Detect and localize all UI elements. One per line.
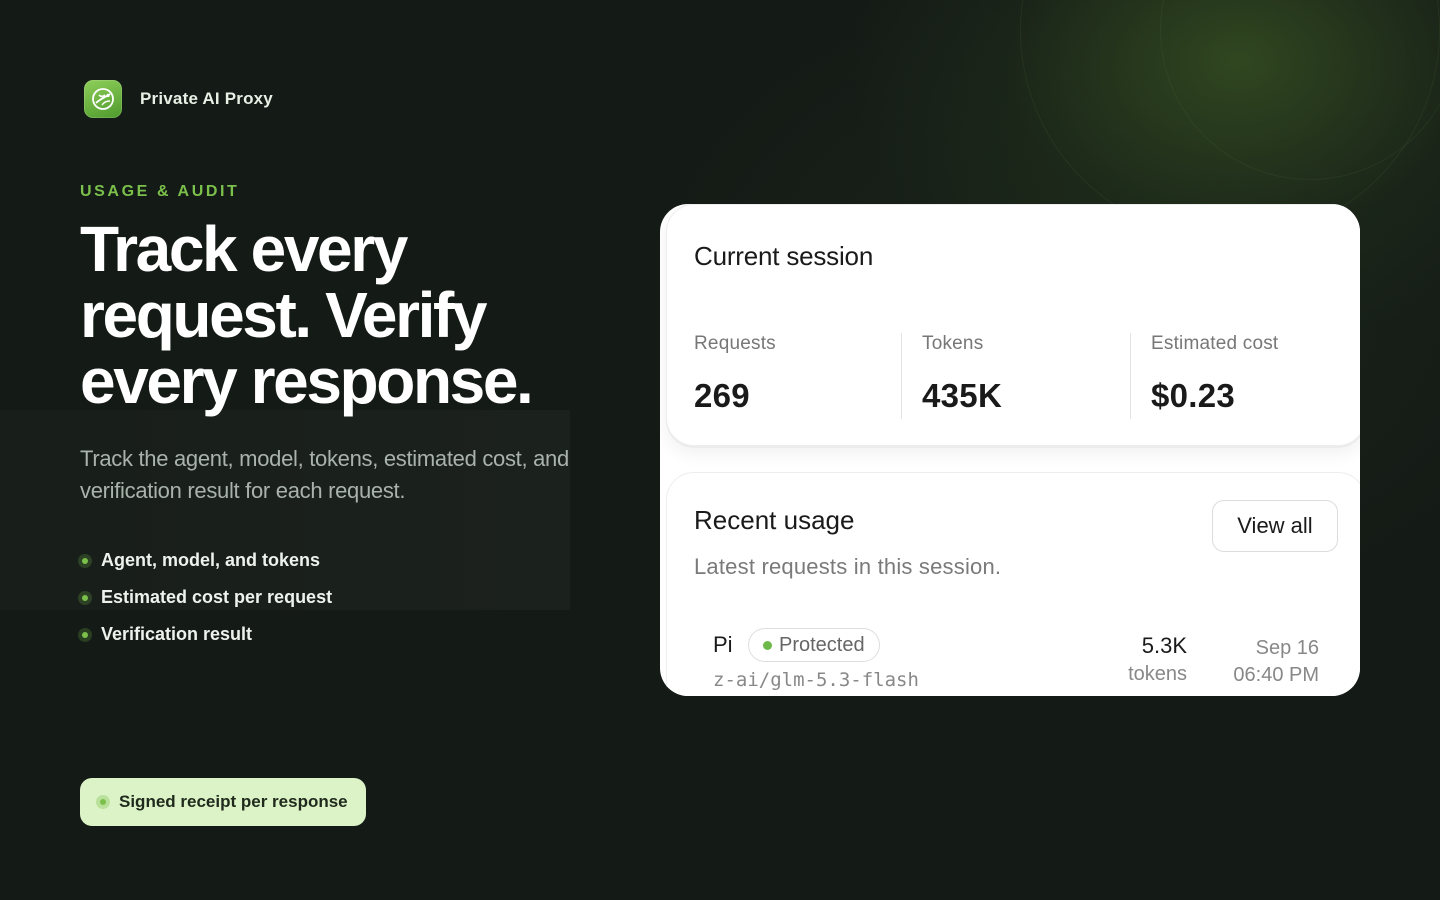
row-time: 06:40 PM [1233, 664, 1319, 686]
row-tokens-count: 5.3K [1141, 633, 1187, 658]
status-badge: Protected [748, 628, 880, 662]
hero-subtext: Track the agent, model, tokens, estimate… [80, 446, 569, 503]
page-title: Track every request. Verify every respon… [80, 213, 534, 417]
feature-label: Verification result [101, 624, 253, 644]
stat-divider [1130, 333, 1131, 419]
row-tokens-unit: tokens [1128, 663, 1187, 685]
stat-estimated-cost: Estimated cost $0.23 [1151, 333, 1351, 419]
app-preview: Current session Requests 269 Tokens 435K… [660, 204, 1360, 696]
bullet-dot-icon [78, 627, 92, 642]
row-timestamp: Sep 16 06:40 PM [1207, 635, 1319, 689]
stat-value: $0.23 [1151, 377, 1236, 414]
row-model: z-ai/glm-5.3-flash [713, 669, 919, 691]
feature-label: Estimated cost per request [101, 587, 333, 607]
stat-label: Requests [694, 333, 776, 354]
receipt-badge-label: Signed receipt per response [119, 792, 348, 811]
recent-usage-subtitle: Latest requests in this session. [694, 554, 1002, 579]
stat-requests: Requests 269 [694, 333, 894, 419]
row-agent: Pi [713, 632, 733, 657]
feature-item: Agent, model, and tokens [78, 542, 332, 579]
recent-usage-card: Recent usage Latest requests in this ses… [666, 472, 1360, 696]
status-dot-icon [96, 795, 110, 809]
row-date: Sep 16 [1255, 637, 1319, 659]
stat-divider [901, 333, 902, 419]
feature-item: Estimated cost per request [78, 579, 332, 616]
bullet-dot-icon [78, 590, 92, 605]
brand-name: Private AI Proxy [140, 89, 273, 108]
stat-value: 435K [922, 377, 1003, 414]
feature-item: Verification result [78, 616, 332, 653]
stat-label: Tokens [922, 333, 984, 354]
brand[interactable]: Private AI Proxy [84, 80, 273, 118]
view-all-button[interactable]: View all [1212, 500, 1338, 552]
current-session-card: Current session Requests 269 Tokens 435K… [666, 204, 1360, 446]
feature-list: Agent, model, and tokens Estimated cost … [78, 542, 332, 653]
row-tokens: 5.3K tokens [1107, 633, 1187, 686]
stat-value: 269 [694, 377, 750, 414]
stat-tokens: Tokens 435K [922, 333, 1122, 419]
feature-label: Agent, model, and tokens [101, 550, 321, 570]
brain-leaf-icon [84, 80, 122, 118]
status-label: Protected [779, 633, 865, 656]
status-dot-icon [763, 640, 772, 650]
stat-label: Estimated cost [1151, 333, 1279, 354]
section-eyebrow: USAGE & AUDIT [80, 183, 240, 200]
session-title: Current session [694, 241, 874, 271]
receipt-badge: Signed receipt per response [80, 778, 366, 826]
recent-usage-title: Recent usage [694, 505, 855, 535]
bullet-dot-icon [78, 553, 92, 568]
